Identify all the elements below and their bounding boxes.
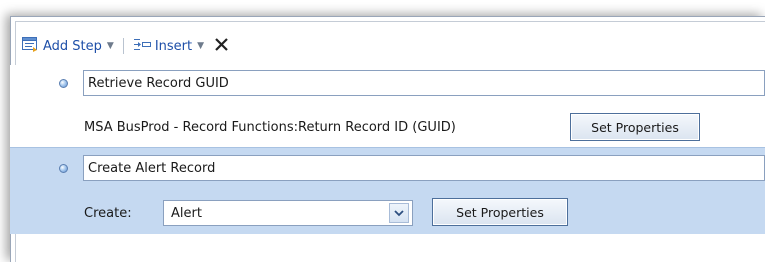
step-toolbar: Add Step ▼ Insert ▼ [22, 35, 229, 57]
set-properties-button[interactable]: Set Properties [570, 113, 700, 141]
step-name-input[interactable] [83, 155, 765, 181]
chevron-down-icon: ▼ [197, 41, 205, 51]
chevron-down-icon[interactable] [389, 203, 409, 223]
add-step-label: Add Step [43, 38, 102, 54]
step-description: MSA BusProd - Record Functions:Return Re… [84, 120, 456, 135]
create-entity-select[interactable]: Alert [163, 200, 413, 226]
step-bullet-icon [59, 79, 68, 88]
step-name-input[interactable] [83, 70, 765, 96]
toolbar-separator [122, 38, 124, 54]
insert-icon [133, 37, 151, 56]
delete-step-button[interactable] [214, 37, 229, 56]
create-entity-value: Alert [171, 205, 202, 221]
step-bullet-icon [59, 164, 68, 173]
close-icon [214, 37, 229, 56]
create-label: Create: [84, 206, 132, 221]
insert-label: Insert [154, 38, 193, 54]
chevron-down-icon: ▼ [106, 41, 114, 51]
add-step-icon [22, 36, 39, 56]
set-properties-button[interactable]: Set Properties [432, 198, 568, 226]
add-step-button[interactable]: Add Step ▼ [22, 36, 114, 56]
insert-button[interactable]: Insert ▼ [133, 37, 204, 56]
